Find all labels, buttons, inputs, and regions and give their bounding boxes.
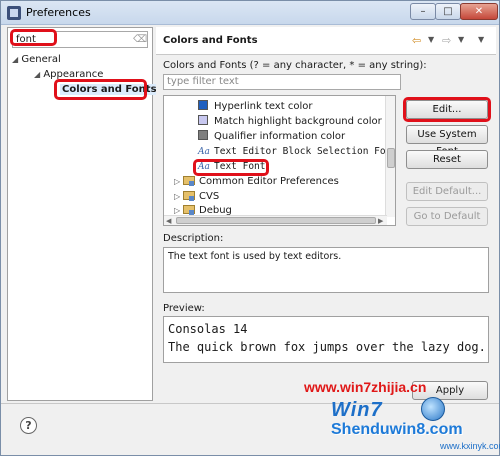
forward-menu-chevron-icon[interactable]: ▼ <box>458 35 464 44</box>
edit-button[interactable]: Edit... <box>406 100 488 119</box>
watermark-url-top: www.win7zhijia.cn <box>304 379 427 395</box>
color-swatch-icon <box>198 115 208 125</box>
type-filter-input[interactable]: type filter text <box>163 74 401 90</box>
row-label: CVS <box>199 191 220 202</box>
tree-item-general[interactable]: ◢ General <box>12 53 61 66</box>
tree-row-text-font[interactable]: Aa Text Font <box>198 160 265 174</box>
minimize-button[interactable]: – <box>410 3 436 20</box>
description-label: Description: <box>163 233 224 244</box>
reset-button[interactable]: Reset <box>406 150 488 169</box>
maximize-button[interactable]: □ <box>435 3 461 20</box>
row-label: Match highlight background color <box>214 116 382 127</box>
tree-row-cvs[interactable]: ▷ CVS <box>174 190 219 204</box>
watermark-url-main: Shenduwin8.com <box>331 421 463 438</box>
app-icon <box>7 6 21 20</box>
horizontal-scrollbar[interactable]: ◀ ▶ <box>164 215 387 225</box>
preview-font-name: Consolas 14 <box>168 322 248 336</box>
font-icon: Aa <box>198 147 210 157</box>
font-icon: Aa <box>198 162 210 172</box>
colors-fonts-tree: Hyperlink text color Match highlight bac… <box>163 95 396 226</box>
preferences-window: Preferences – □ ✕ font ⌫ ◢ General ◢ App… <box>0 0 500 456</box>
page-header: Colors and Fonts ⇦ ▼ ⇨ ▼ ▼ <box>156 27 496 55</box>
filter-hint: Colors and Fonts (? = any character, * =… <box>163 60 427 71</box>
tree-item-label: General <box>21 54 61 65</box>
color-swatch-icon <box>198 130 208 140</box>
watermark-url-small: www.kxinyk.com <box>440 441 500 451</box>
edit-default-button[interactable]: Edit Default... <box>406 182 488 201</box>
expanded-twisty-icon[interactable]: ◢ <box>12 55 18 64</box>
folder-icon <box>183 205 195 215</box>
preference-tree-pane: font ⌫ ◢ General ◢ Appearance Colors and… <box>7 27 159 401</box>
go-to-default-button[interactable]: Go to Default <box>406 207 488 226</box>
help-icon[interactable]: ? <box>20 417 37 434</box>
color-swatch-icon <box>198 100 208 110</box>
expanded-twisty-icon[interactable]: ◢ <box>34 70 40 79</box>
description-text: The text font is used by text editors. <box>163 247 489 293</box>
scroll-right-icon[interactable]: ▶ <box>378 217 383 225</box>
close-button[interactable]: ✕ <box>460 3 498 20</box>
tree-item-label: Appearance <box>43 69 104 80</box>
use-system-font-button[interactable]: Use System Font <box>406 125 488 157</box>
scroll-left-icon[interactable]: ◀ <box>166 217 171 225</box>
title-bar[interactable]: Preferences – □ ✕ <box>1 1 499 25</box>
tree-row-qualifier-color[interactable]: Qualifier information color <box>198 130 345 144</box>
vertical-scrollbar[interactable] <box>385 96 395 217</box>
tree-row-common-editor-prefs[interactable]: ▷ Common Editor Preferences <box>174 175 339 189</box>
folder-icon <box>183 191 195 201</box>
colors-and-fonts-page: Colors and Fonts ⇦ ▼ ⇨ ▼ ▼ Colors and Fo… <box>156 27 496 401</box>
tree-row-match-highlight[interactable]: Match highlight background color <box>198 115 382 129</box>
windows-orb-icon <box>421 397 445 421</box>
horizontal-scroll-thumb[interactable] <box>176 217 376 224</box>
clear-filter-icon[interactable]: ⌫ <box>133 34 147 45</box>
tree-item-label: Colors and Fonts <box>60 84 159 95</box>
forward-arrow-icon[interactable]: ⇨ <box>442 34 451 47</box>
tree-row-block-selection-font[interactable]: Aa Text Editor Block Selection Font <box>198 145 396 159</box>
view-menu-chevron-icon[interactable]: ▼ <box>478 35 484 44</box>
vertical-scroll-thumb[interactable] <box>387 148 395 168</box>
page-title: Colors and Fonts <box>163 35 258 46</box>
window-title: Preferences <box>26 6 91 19</box>
row-label: Qualifier information color <box>214 131 346 142</box>
preference-filter-input[interactable]: font <box>12 31 148 48</box>
row-label: Hyperlink text color <box>214 101 313 112</box>
back-menu-chevron-icon[interactable]: ▼ <box>428 35 434 44</box>
back-arrow-icon[interactable]: ⇦ <box>412 34 421 47</box>
folder-icon <box>183 176 195 186</box>
preview-sample-text: The quick brown fox jumps over the lazy … <box>168 340 486 354</box>
row-label: Text Editor Block Selection Font <box>214 146 396 157</box>
tree-row-hyperlink-color[interactable]: Hyperlink text color <box>198 100 312 114</box>
collapsed-twisty-icon[interactable]: ▷ <box>174 190 183 204</box>
preview-label: Preview: <box>163 303 205 314</box>
watermark-logo: Win7 <box>331 399 383 421</box>
row-label: Common Editor Preferences <box>199 176 339 187</box>
tree-item-appearance[interactable]: ◢ Appearance <box>34 68 103 81</box>
row-label: Text Font <box>214 161 266 172</box>
font-preview: Consolas 14 The quick brown fox jumps ov… <box>163 316 489 363</box>
collapsed-twisty-icon[interactable]: ▷ <box>174 175 183 189</box>
tree-item-colors-and-fonts[interactable]: Colors and Fonts <box>60 83 159 96</box>
